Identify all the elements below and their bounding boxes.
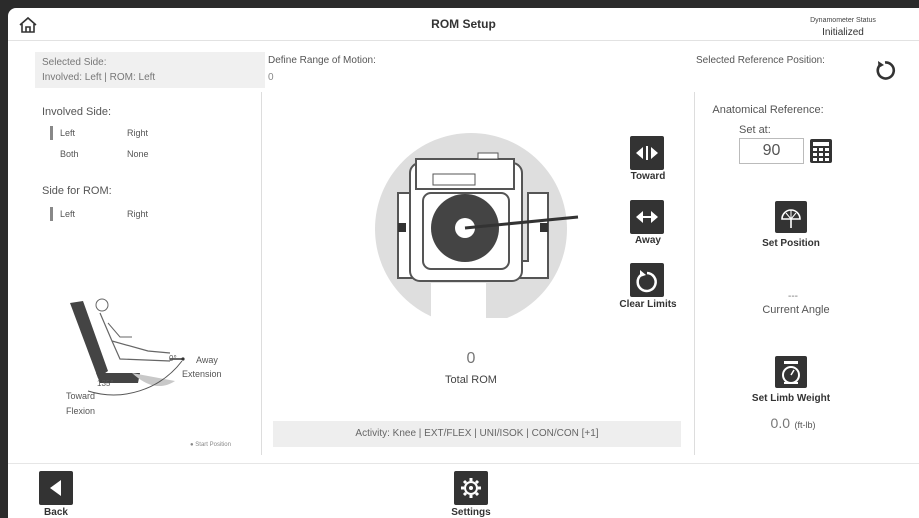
footer-bar: Back Settings xyxy=(8,463,919,518)
involved-both-option[interactable]: Both xyxy=(60,149,79,159)
settings-label: Settings xyxy=(451,507,491,518)
away-label: Away xyxy=(635,235,661,246)
set-position-button[interactable] xyxy=(775,201,807,233)
activity-bar[interactable]: Activity: Knee | EXT/FLEX | UNI/ISOK | C… xyxy=(273,421,681,447)
rom-right-option[interactable]: Right xyxy=(127,209,148,219)
scale-icon xyxy=(782,361,800,384)
involved-left-option[interactable]: Left xyxy=(60,128,75,138)
rom-left-selected-bar xyxy=(50,207,53,221)
rom-side-title: Side for ROM: xyxy=(42,185,112,197)
dynamometer-status-label: Dynamometer Status xyxy=(810,17,876,24)
back-label: Back xyxy=(44,507,68,518)
limb-weight-unit: (ft-lb) xyxy=(794,420,816,430)
selected-side-value: Involved: Left | ROM: Left xyxy=(42,72,156,83)
refresh-icon[interactable] xyxy=(873,58,897,82)
define-rom-label: Define Range of Motion: xyxy=(268,55,376,66)
set-at-label: Set at: xyxy=(739,124,771,136)
start-position-legend: ● Start Position xyxy=(190,442,231,448)
divider-left xyxy=(261,92,262,455)
settings-button[interactable] xyxy=(454,471,488,505)
current-angle-label: Current Angle xyxy=(762,304,830,316)
reset-icon xyxy=(636,270,657,293)
toward-icon xyxy=(636,146,658,160)
deg-135-label: 135° xyxy=(97,379,114,388)
current-angle-value: --- xyxy=(788,291,798,302)
away-label: Away xyxy=(196,355,218,365)
protractor-icon xyxy=(781,209,801,228)
keypad-icon[interactable] xyxy=(810,139,832,163)
away-icon xyxy=(636,211,658,223)
toward-label: Toward xyxy=(630,171,666,182)
total-rom-label: Total ROM xyxy=(445,374,497,386)
extension-label: Extension xyxy=(182,369,222,379)
set-limb-weight-button[interactable] xyxy=(775,356,807,388)
limb-weight-value: 0.0 xyxy=(770,415,790,431)
ref-position-label: Selected Reference Position: xyxy=(696,55,825,66)
away-button[interactable] xyxy=(630,200,664,234)
clear-limits-button[interactable] xyxy=(630,263,664,297)
knee-position-diagram xyxy=(50,293,265,453)
divider-right xyxy=(694,92,695,455)
selected-side-box: Selected Side: Involved: Left | ROM: Lef… xyxy=(35,52,265,88)
anatomical-reference-label: Anatomical Reference: xyxy=(712,104,824,116)
limb-weight-display: 0.0 (ft-lb) xyxy=(753,415,833,433)
define-rom-value: 0 xyxy=(268,72,274,83)
back-arrow-icon xyxy=(50,480,61,496)
toward-button[interactable] xyxy=(630,136,664,170)
back-button[interactable] xyxy=(39,471,73,505)
set-position-label: Set Position xyxy=(762,238,820,249)
involved-left-selected-bar xyxy=(50,126,53,140)
involved-side-title: Involved Side: xyxy=(42,106,112,118)
dynamometer-status-value: Initialized xyxy=(822,27,864,38)
involved-right-option[interactable]: Right xyxy=(127,128,148,138)
dynamometer-illustration xyxy=(353,133,603,325)
flexion-label: Flexion xyxy=(66,406,96,416)
toward-label: Toward xyxy=(66,391,96,401)
reference-angle-input[interactable]: 90 xyxy=(739,138,804,164)
header-bar: ROM Setup Dynamometer Status Initialized xyxy=(8,8,919,41)
rom-left-option[interactable]: Left xyxy=(60,209,75,219)
set-limb-weight-label: Set Limb Weight xyxy=(751,393,831,404)
total-rom-value: 0 xyxy=(466,350,476,367)
involved-none-option[interactable]: None xyxy=(127,149,149,159)
selected-side-label: Selected Side: xyxy=(42,57,107,68)
gear-icon xyxy=(461,478,481,498)
app-window: ROM Setup Dynamometer Status Initialized… xyxy=(8,8,919,518)
clear-limits-label: Clear Limits xyxy=(619,299,677,310)
zero-degree-label: 0° xyxy=(169,354,177,363)
start-position-text: Start Position xyxy=(195,442,231,448)
